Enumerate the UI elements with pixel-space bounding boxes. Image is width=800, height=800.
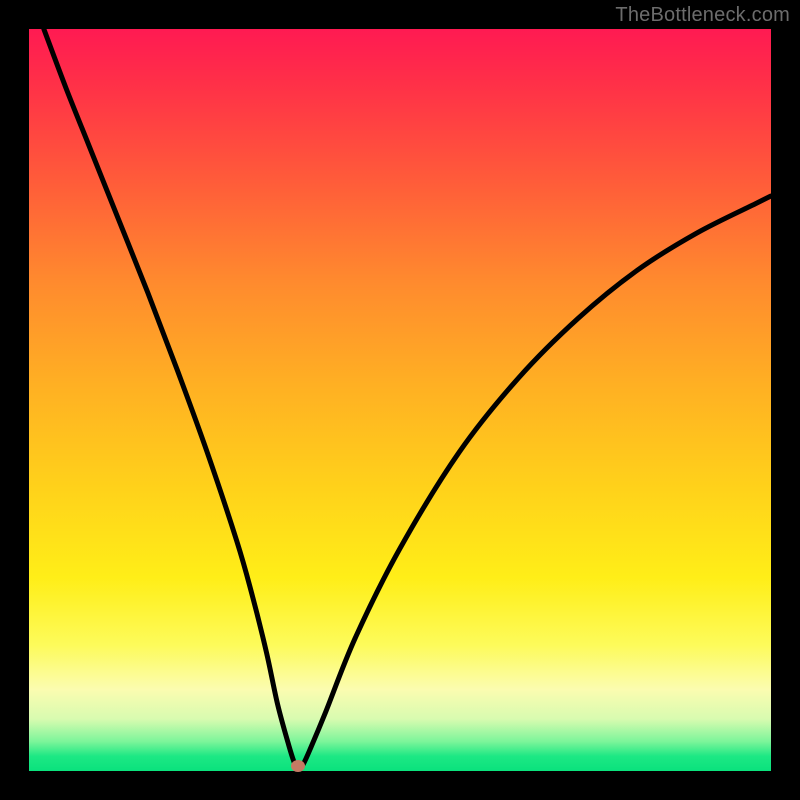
minimum-marker	[291, 760, 305, 772]
plot-area	[29, 29, 771, 771]
bottleneck-curve	[29, 29, 771, 771]
chart-frame: TheBottleneck.com	[0, 0, 800, 800]
watermark-text: TheBottleneck.com	[615, 4, 790, 27]
